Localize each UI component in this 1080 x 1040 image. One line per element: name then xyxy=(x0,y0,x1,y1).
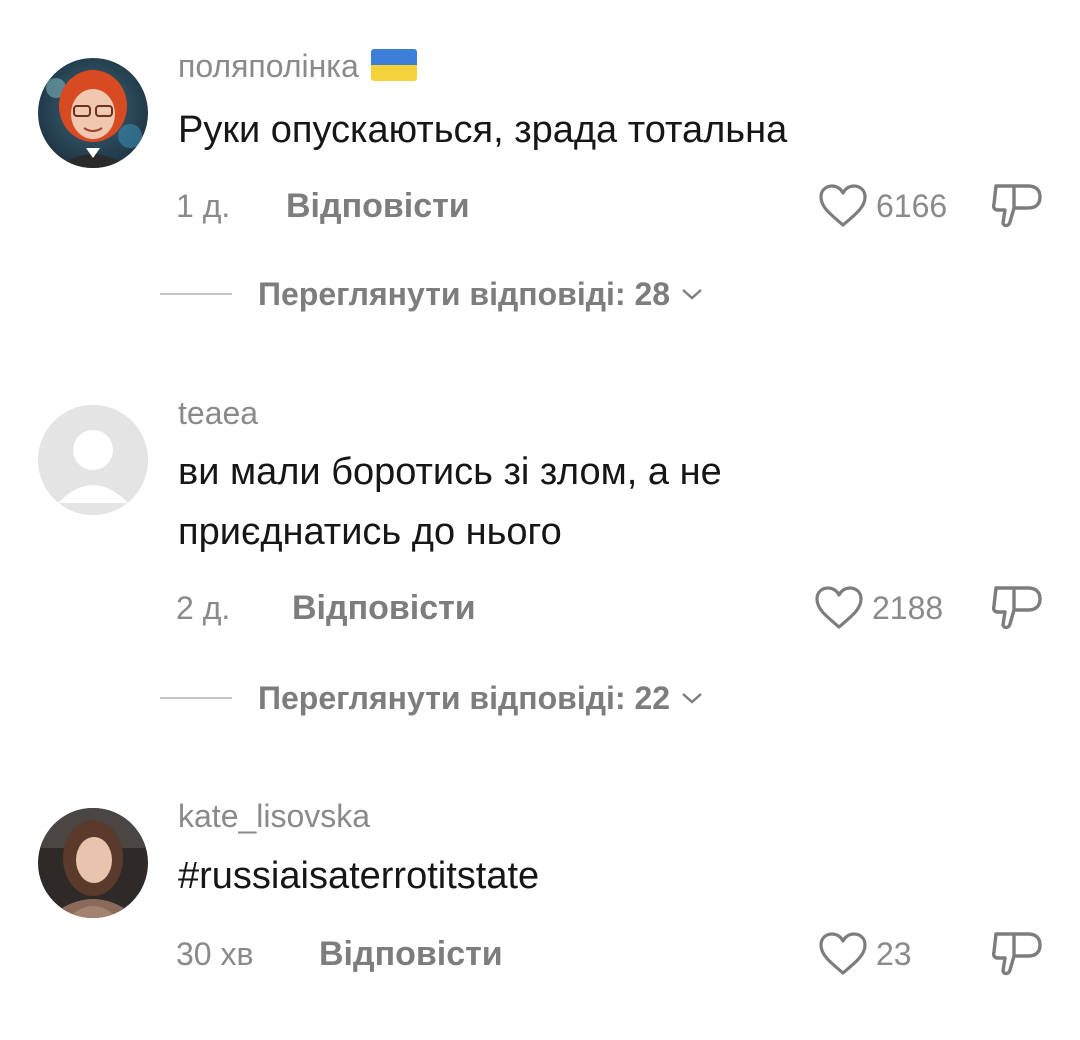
divider-line xyxy=(160,697,232,699)
comment-username[interactable]: kate_lisovska xyxy=(178,798,370,835)
view-replies-button[interactable]: Переглянути відповіді: 22 xyxy=(160,676,704,720)
chevron-down-icon xyxy=(682,693,702,704)
like-count: 2188 xyxy=(872,589,944,626)
view-replies-button[interactable]: Переглянути відповіді: 28 xyxy=(160,272,704,316)
comment-username[interactable]: teaea xyxy=(178,395,258,432)
comment-text: #russiaisaterrotitstate xyxy=(178,855,540,897)
avatar[interactable] xyxy=(38,808,148,918)
comment-username[interactable]: поляполінка xyxy=(178,48,417,85)
view-replies-label: Переглянути відповіді: 28 xyxy=(258,275,671,312)
comment-time: 2 д. xyxy=(176,590,231,626)
dislike-button[interactable] xyxy=(990,926,1044,980)
view-replies-label: Переглянути відповіді: 22 xyxy=(258,679,671,716)
like-count: 23 xyxy=(876,935,912,972)
like-button[interactable]: 2188 xyxy=(814,584,943,632)
heart-outline-icon xyxy=(815,586,863,629)
comment-text: Руки опускаються, зрада тотальна xyxy=(178,109,788,151)
comment-time: 30 хв xyxy=(176,936,254,972)
thumbs-down-icon xyxy=(991,932,1042,976)
like-button[interactable]: 23 xyxy=(818,930,912,978)
dislike-button[interactable] xyxy=(990,178,1044,232)
like-button[interactable]: 6166 xyxy=(818,182,947,230)
like-count: 6166 xyxy=(876,187,948,224)
heart-outline-icon xyxy=(819,932,867,975)
divider-line xyxy=(160,293,232,295)
thumbs-down-icon xyxy=(991,184,1042,228)
chevron-down-icon xyxy=(682,289,702,300)
thumbs-down-icon xyxy=(991,586,1042,630)
comment-text: ви мали боротись зі злом, а не приєднати… xyxy=(178,451,722,553)
reply-button[interactable]: Відповісти xyxy=(319,932,503,976)
dislike-button[interactable] xyxy=(990,580,1044,634)
avatar[interactable] xyxy=(38,405,148,515)
username-text: поляполінка xyxy=(178,48,359,84)
heart-outline-icon xyxy=(819,184,867,227)
avatar[interactable] xyxy=(38,58,148,168)
comment-time: 1 д. xyxy=(176,188,231,224)
reply-button[interactable]: Відповісти xyxy=(286,184,470,228)
reply-button[interactable]: Відповісти xyxy=(292,586,476,630)
ukraine-flag-icon xyxy=(370,48,417,81)
